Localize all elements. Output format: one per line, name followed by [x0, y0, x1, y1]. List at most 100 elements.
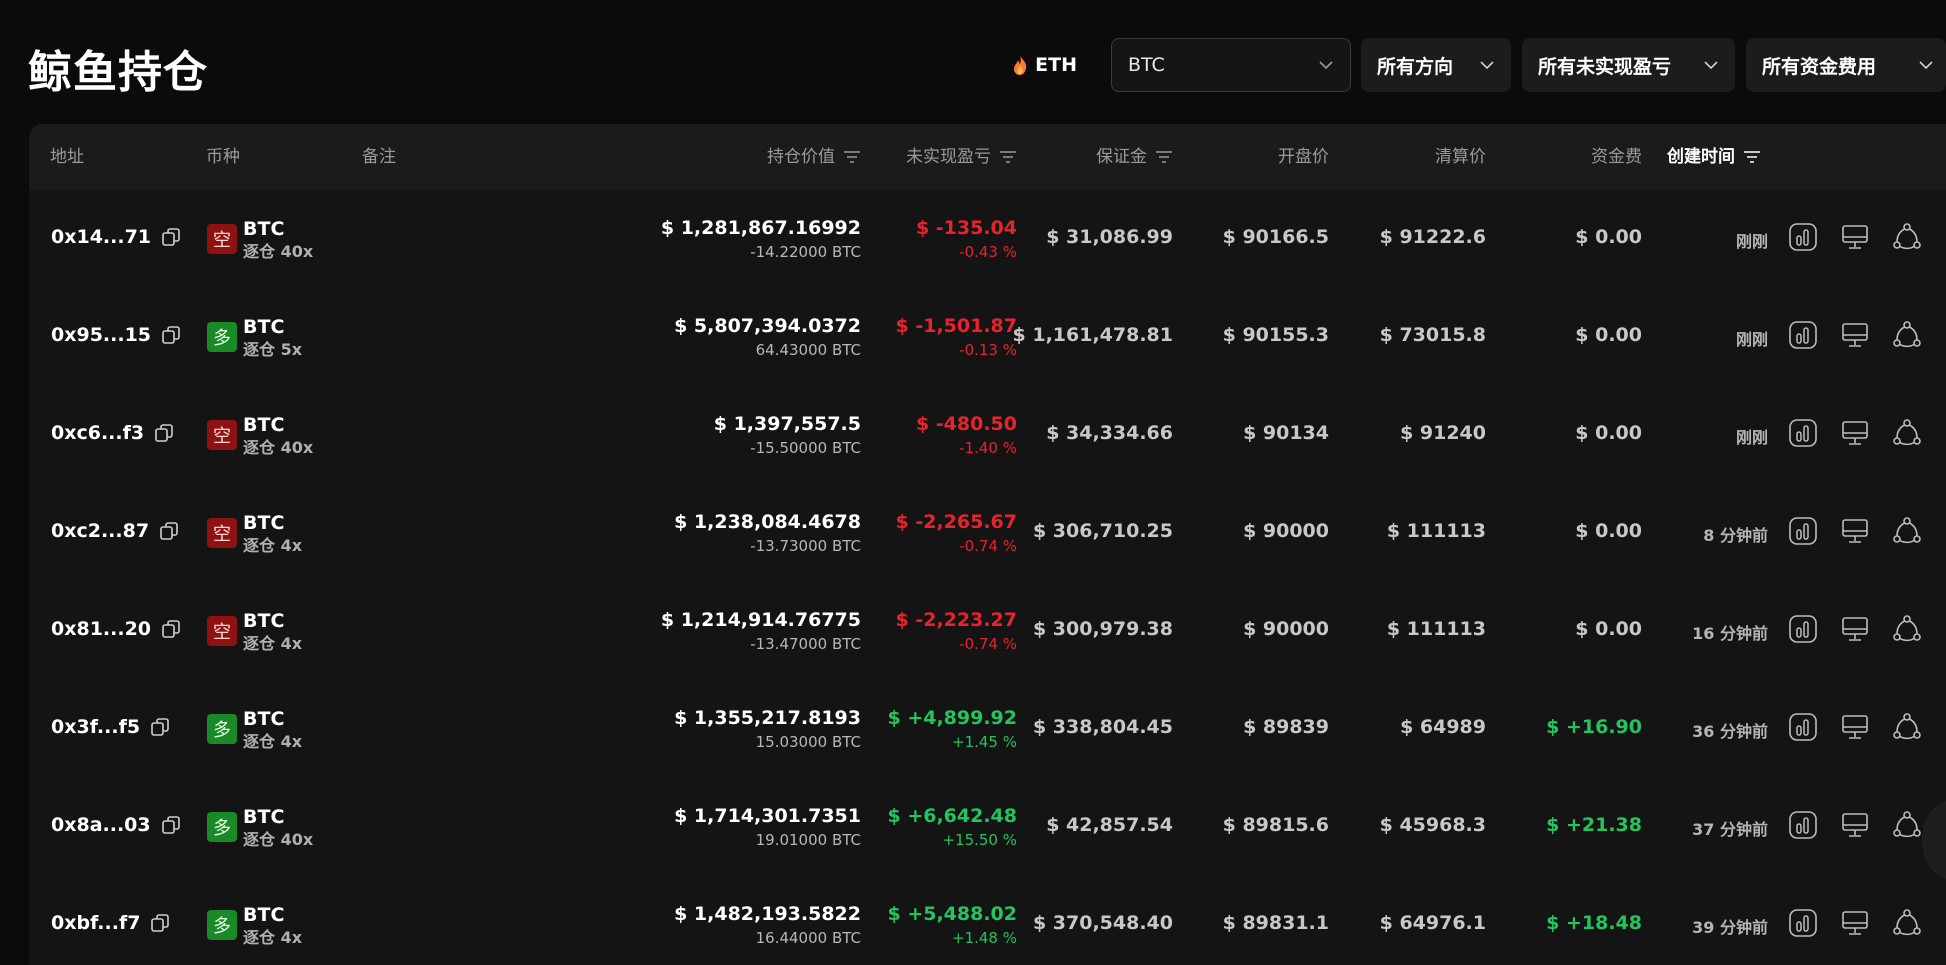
- wallet-address[interactable]: 0x14...71: [51, 226, 151, 248]
- table-row[interactable]: 0x95...15 多 BTC 逐仓 5x $ 5,807,394.0372 64.430…: [29, 288, 1946, 386]
- chart-button[interactable]: [1788, 712, 1818, 742]
- unrealized-pnl-percent: +1.45 %: [952, 733, 1017, 751]
- copy-address-button[interactable]: [161, 227, 181, 247]
- table-row[interactable]: 0xc6...f3 空 BTC 逐仓 40x $ 1,397,557.5 -15.5000…: [29, 386, 1946, 484]
- copy-address-button[interactable]: [161, 815, 181, 835]
- monitor-button[interactable]: [1840, 320, 1870, 350]
- wallet-address[interactable]: 0x95...15: [51, 324, 151, 346]
- monitor-button[interactable]: [1840, 810, 1870, 840]
- sort-filter-icon: [1156, 151, 1172, 163]
- unrealized-pnl: $ +4,899.92: [887, 707, 1017, 729]
- row-actions: [1788, 222, 1922, 252]
- wallet-address[interactable]: 0xc2...87: [51, 520, 149, 542]
- share-network-icon: [1893, 909, 1921, 936]
- table-row[interactable]: 0x81...20 空 BTC 逐仓 4x $ 1,214,914.76775 -13.4…: [29, 582, 1946, 680]
- open-price-value: $ 89815.6: [1222, 814, 1329, 836]
- monitor-button[interactable]: [1840, 418, 1870, 448]
- unrealized-pnl: $ -1,501.87: [895, 315, 1017, 337]
- wallet-address[interactable]: 0x3f...f5: [51, 716, 140, 738]
- row-actions: [1788, 810, 1922, 840]
- chart-button[interactable]: [1788, 222, 1818, 252]
- coin-cell: 空 BTC 逐仓 4x: [207, 608, 302, 654]
- margin-value: $ 370,548.40: [1032, 912, 1173, 934]
- pnl-select-label: 所有未实现盈亏: [1538, 55, 1672, 78]
- share-network-icon: [1893, 517, 1921, 544]
- position-value-cell: $ 1,482,193.5822 16.44000 BTC: [674, 900, 861, 948]
- table-row[interactable]: 0xbf...f7 多 BTC 逐仓 4x $ 1,482,193.5822 16.440…: [29, 876, 1946, 965]
- direction-select[interactable]: 所有方向: [1361, 38, 1511, 92]
- position-size: -13.47000 BTC: [750, 635, 861, 653]
- funding-fee-value: $ +21.38: [1546, 814, 1642, 836]
- hot-symbol-eth[interactable]: ETH: [1011, 54, 1077, 76]
- chart-button[interactable]: [1788, 516, 1818, 546]
- table-body: 0x14...71 空 BTC 逐仓 40x $ 1,281,867.16992 -14.…: [29, 190, 1946, 965]
- header-position-value[interactable]: 持仓价值: [767, 124, 861, 190]
- margin-value: $ 34,334.66: [1046, 422, 1173, 444]
- unrealized-pnl-percent: +15.50 %: [942, 831, 1017, 849]
- pnl-cell: $ -135.04 -0.43 %: [916, 214, 1017, 262]
- position-size: 16.44000 BTC: [755, 929, 861, 947]
- copy-address-button[interactable]: [161, 325, 181, 345]
- copy-icon: [151, 718, 169, 736]
- share-button[interactable]: [1892, 712, 1922, 742]
- share-button[interactable]: [1892, 614, 1922, 644]
- chart-button[interactable]: [1788, 908, 1818, 938]
- copy-icon: [155, 424, 173, 442]
- share-button[interactable]: [1892, 516, 1922, 546]
- created-time-value: 36 分钟前: [1692, 722, 1768, 741]
- header-margin[interactable]: 保证金: [1096, 124, 1173, 190]
- wallet-address[interactable]: 0x81...20: [51, 618, 151, 640]
- funding-fee-value: $ +18.48: [1546, 912, 1642, 934]
- share-button[interactable]: [1892, 908, 1922, 938]
- direction-select-label: 所有方向: [1377, 55, 1454, 78]
- liquidation-price-value: $ 91240: [1400, 422, 1486, 444]
- wallet-address[interactable]: 0x8a...03: [51, 814, 151, 836]
- address-cell: 0x14...71: [51, 226, 181, 248]
- row-actions: [1788, 516, 1922, 546]
- symbol-select[interactable]: BTC: [1111, 38, 1351, 92]
- chart-button[interactable]: [1788, 320, 1818, 350]
- leverage-label: 逐仓 4x: [243, 928, 303, 947]
- funding-fee-select[interactable]: 所有资金费用: [1746, 38, 1946, 92]
- share-button[interactable]: [1892, 222, 1922, 252]
- copy-address-button[interactable]: [159, 521, 179, 541]
- liquidation-price-value: $ 64989: [1400, 716, 1486, 738]
- chart-button[interactable]: [1788, 614, 1818, 644]
- header-created-time[interactable]: 创建时间: [1667, 124, 1761, 190]
- table-row[interactable]: 0x3f...f5 多 BTC 逐仓 4x $ 1,355,217.8193 15.030…: [29, 680, 1946, 778]
- copy-address-button[interactable]: [154, 423, 174, 443]
- copy-address-button[interactable]: [161, 619, 181, 639]
- table-row[interactable]: 0x8a...03 多 BTC 逐仓 40x $ 1,714,301.7351 19.01…: [29, 778, 1946, 876]
- monitor-button[interactable]: [1840, 222, 1870, 252]
- chart-button[interactable]: [1788, 418, 1818, 448]
- copy-icon: [160, 522, 178, 540]
- table-row[interactable]: 0xc2...87 空 BTC 逐仓 4x $ 1,238,084.4678 -13.73…: [29, 484, 1946, 582]
- pnl-select[interactable]: 所有未实现盈亏: [1522, 38, 1735, 92]
- coin-cell: 多 BTC 逐仓 40x: [207, 804, 313, 850]
- monitor-button[interactable]: [1840, 712, 1870, 742]
- liquidation-price-value: $ 73015.8: [1379, 324, 1486, 346]
- share-button[interactable]: [1892, 418, 1922, 448]
- monitor-button[interactable]: [1840, 908, 1870, 938]
- wallet-address[interactable]: 0xc6...f3: [51, 422, 144, 444]
- copy-address-button[interactable]: [150, 913, 170, 933]
- copy-address-button[interactable]: [150, 717, 170, 737]
- coin-name: BTC: [243, 512, 285, 534]
- monitor-button[interactable]: [1840, 516, 1870, 546]
- monitor-button[interactable]: [1840, 614, 1870, 644]
- chart-button[interactable]: [1788, 810, 1818, 840]
- unrealized-pnl-percent: -0.74 %: [959, 537, 1017, 555]
- wallet-address[interactable]: 0xbf...f7: [51, 912, 140, 934]
- sort-filter-icon: [1000, 151, 1016, 163]
- copy-icon: [162, 326, 180, 344]
- share-network-icon: [1893, 615, 1921, 642]
- address-cell: 0xc2...87: [51, 520, 179, 542]
- header-unrealized-pnl[interactable]: 未实现盈亏: [906, 124, 1017, 190]
- table-row[interactable]: 0x14...71 空 BTC 逐仓 40x $ 1,281,867.16992 -14.…: [29, 190, 1946, 288]
- share-button[interactable]: [1892, 320, 1922, 350]
- share-button[interactable]: [1892, 810, 1922, 840]
- coin-cell: 空 BTC 逐仓 40x: [207, 412, 313, 458]
- open-price-value: $ 90166.5: [1222, 226, 1329, 248]
- position-size: 64.43000 BTC: [755, 341, 861, 359]
- copy-icon: [151, 914, 170, 932]
